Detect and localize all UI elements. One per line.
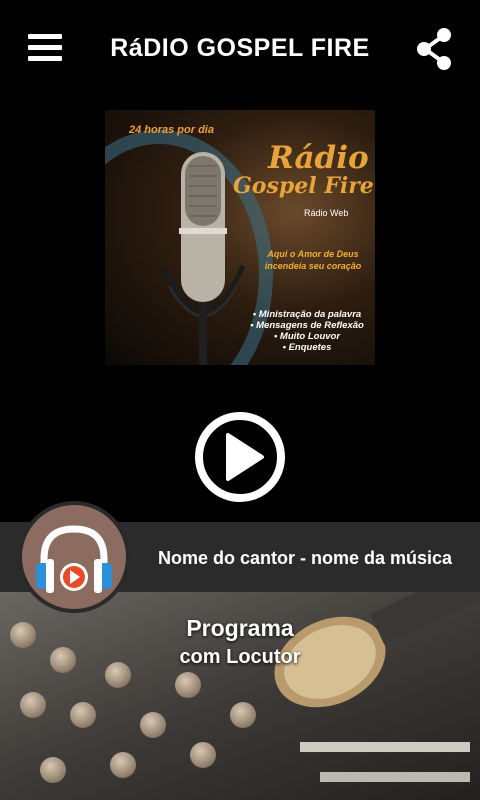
cover-bullet: • Enquetes: [282, 342, 332, 353]
program-name: Programa: [186, 615, 294, 641]
album-cover: 24 horas por dia Rádio Gospel Fire Rádio…: [105, 110, 375, 365]
app-title: RáDIO GOSPEL FIRE: [110, 34, 370, 62]
cover-brand-line2: Gospel Fire: [233, 173, 374, 199]
program-host: com Locutor: [179, 646, 301, 668]
play-icon: [195, 412, 285, 502]
play-button[interactable]: [194, 411, 286, 503]
app-header: RáDIO GOSPEL FIRE: [0, 0, 480, 100]
cover-bullet: • Mensagens de Reflexão: [250, 320, 364, 331]
cover-bullet: • Muito Louvor: [273, 331, 341, 342]
cover-tagline: Aqui o Amor de Deus incendeia seu coraçã…: [264, 249, 362, 271]
share-icon[interactable]: [414, 27, 454, 71]
cover-brand-line1: Rádio: [268, 140, 369, 176]
station-logo: [18, 501, 130, 613]
now-playing-text: Nome do cantor - nome da música: [158, 548, 453, 568]
cover-top-line: 24 horas por dia: [129, 124, 214, 136]
cover-bullet: • Ministração da palavra: [252, 309, 362, 320]
cover-subtitle: Rádio Web: [304, 208, 349, 218]
headphones-icon: [36, 525, 112, 593]
cover-bullet-list: • Ministração da palavra • Mensagens de …: [247, 309, 367, 353]
